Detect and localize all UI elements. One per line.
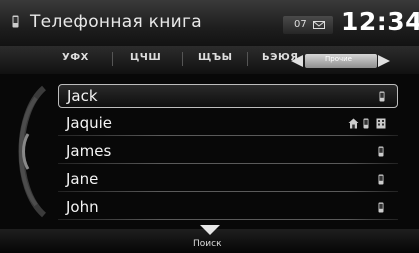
search-button-label: Поиск <box>193 239 222 249</box>
row-divider <box>58 191 398 192</box>
row-divider <box>58 163 398 164</box>
alphabet-tab-bar: УФХ ЦЧШ ЩЪЫ ЬЭЮЯ Прочие <box>0 46 419 74</box>
tab-divider <box>182 52 183 66</box>
contact-name: James <box>66 142 112 160</box>
tab-divider <box>112 52 113 66</box>
tab-tschsh[interactable]: ЦЧШ <box>130 52 161 63</box>
message-icon <box>313 21 325 29</box>
tab-divider <box>247 52 248 66</box>
tab-other-active[interactable]: Прочие <box>305 54 377 68</box>
status-indicator: 07 <box>283 16 333 34</box>
mobile-phone-icon <box>363 118 369 129</box>
header-bar: Телефонная книга 07 12:34 <box>0 0 419 47</box>
contact-row-jaquie[interactable]: Jaquie <box>58 112 398 136</box>
contact-name: John <box>66 198 99 216</box>
contact-name: Jane <box>66 170 99 188</box>
mobile-phone-icon <box>378 146 384 157</box>
work-phone-icon <box>376 118 386 129</box>
clock: 12:34 <box>341 7 419 36</box>
chevron-down-icon <box>200 225 220 235</box>
tab-other-label: Прочие <box>325 55 352 63</box>
tab-ufh[interactable]: УФХ <box>62 52 89 63</box>
tab-shchy[interactable]: ЩЪЫ <box>198 52 233 63</box>
row-divider <box>58 135 398 136</box>
scroll-tabs-right-icon[interactable] <box>378 55 390 67</box>
home-phone-icon <box>348 118 359 129</box>
contact-row-jane[interactable]: Jane <box>58 168 398 192</box>
phone-handset-icon <box>12 15 19 28</box>
row-divider <box>58 219 398 220</box>
contact-list: Jack Jaquie James Jane John <box>0 74 419 229</box>
contact-row-john[interactable]: John <box>58 196 398 220</box>
mobile-phone-icon <box>379 91 385 102</box>
phonebook-screen: Телефонная книга 07 12:34 УФХ ЦЧШ ЩЪЫ ЬЭ… <box>0 0 419 253</box>
contact-name: Jack <box>67 87 98 105</box>
mobile-phone-icon <box>378 174 384 185</box>
search-bar[interactable]: Поиск <box>0 225 419 253</box>
scroll-tabs-left-icon[interactable] <box>291 55 303 67</box>
scroll-wheel-icon[interactable] <box>6 84 50 219</box>
contact-name: Jaquie <box>66 114 113 132</box>
page-title: Телефонная книга <box>30 12 202 32</box>
contact-row-james[interactable]: James <box>58 140 398 164</box>
contact-row-jack[interactable]: Jack <box>58 84 398 108</box>
status-text: 07 <box>294 19 307 30</box>
mobile-phone-icon <box>378 202 384 213</box>
